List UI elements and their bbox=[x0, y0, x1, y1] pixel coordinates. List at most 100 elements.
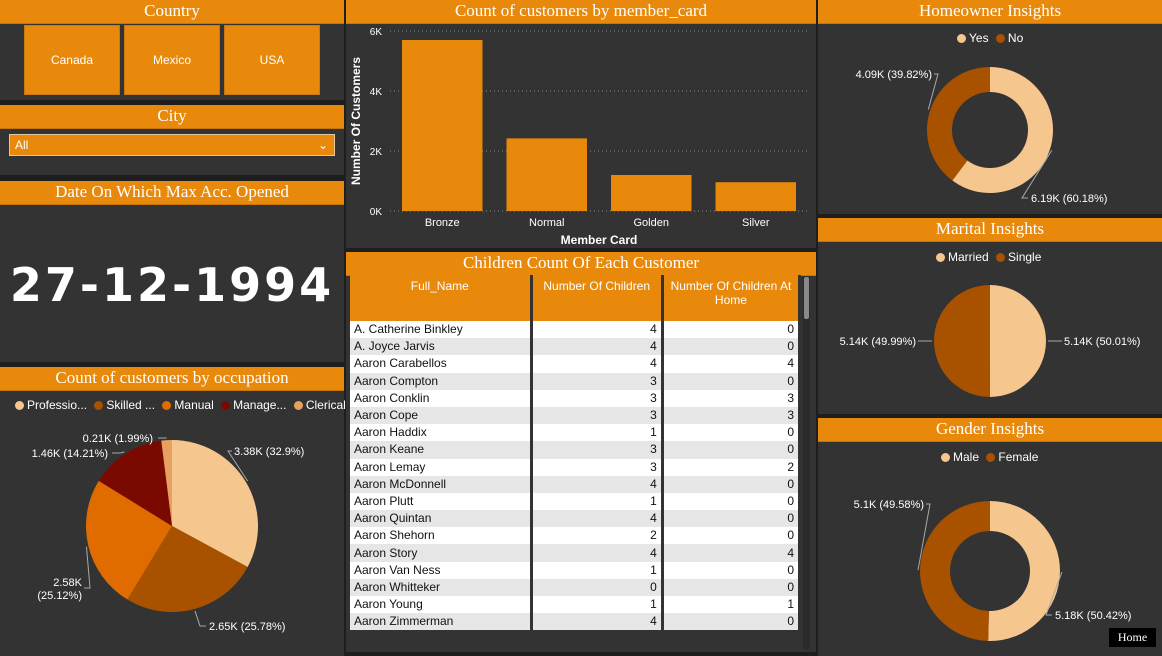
table-row[interactable]: Aaron Keane 3 0 bbox=[350, 441, 801, 459]
legend-dot bbox=[293, 401, 303, 410]
table-row[interactable]: Aaron Compton 3 0 bbox=[350, 372, 801, 390]
max-account-date-value: 27-12-1994 bbox=[9, 258, 335, 312]
legend-dot bbox=[957, 34, 966, 43]
table-scrollbar[interactable] bbox=[803, 277, 810, 649]
table-row[interactable]: Aaron Whitteker 0 0 bbox=[350, 578, 801, 596]
cell-number-of-children: 4 bbox=[531, 338, 664, 356]
cell-number-of-children: 4 bbox=[531, 321, 664, 339]
cell-full-name: Aaron Shehorn bbox=[350, 527, 533, 545]
table-row[interactable]: Aaron Shehorn 2 0 bbox=[350, 527, 801, 545]
legend-item[interactable]: Professio... bbox=[15, 398, 87, 412]
country-button-usa[interactable]: USA bbox=[224, 25, 320, 95]
cell-number-of-children: 4 bbox=[531, 544, 664, 562]
occupation-pie-chart: 3.38K (32.9%) 2.65K (25.78%) 2.58K (25.12%)… bbox=[32, 433, 305, 633]
cell-number-of-children: 0 bbox=[531, 578, 664, 596]
table-row[interactable]: Aaron Plutt 1 0 bbox=[350, 492, 801, 511]
children-table: Full_Name Number Of Children Number Of C… bbox=[350, 275, 801, 649]
table-row[interactable]: A. Catherine Binkley 4 0 bbox=[350, 321, 801, 339]
cell-children-at-home: 0 bbox=[662, 578, 801, 596]
cell-full-name: A. Catherine Binkley bbox=[350, 321, 533, 339]
cell-children-at-home: 0 bbox=[662, 424, 801, 442]
y-tick-label: 2K bbox=[370, 147, 383, 158]
data-label: 0.21K (1.99%) bbox=[83, 433, 153, 445]
cell-full-name: Aaron Haddix bbox=[350, 424, 533, 442]
legend-label: Manage... bbox=[233, 398, 287, 412]
table-row[interactable]: Aaron Conklin 3 3 bbox=[350, 389, 801, 407]
data-label: 5.1K (49.58%) bbox=[854, 499, 924, 511]
column-header-number-of-children[interactable]: Number Of Children bbox=[531, 275, 664, 321]
country-title: Country bbox=[0, 0, 344, 24]
homeowner-legend: Yes No bbox=[957, 31, 1027, 45]
legend-label: Professio... bbox=[27, 398, 88, 412]
y-tick-label: 0K bbox=[370, 207, 383, 218]
data-label-line: (25.12%) bbox=[37, 590, 82, 602]
bar bbox=[715, 182, 796, 211]
table-row[interactable]: Aaron Lemay 3 2 bbox=[350, 458, 801, 476]
table-scrollbar-thumb[interactable] bbox=[804, 277, 809, 319]
data-label-line: 2.58K bbox=[53, 577, 82, 589]
legend-dot bbox=[995, 34, 1005, 43]
table-row[interactable]: Aaron McDonnell 4 0 bbox=[350, 475, 801, 493]
table-row[interactable]: Aaron Young 1 1 bbox=[350, 596, 801, 614]
legend-label: Clerical bbox=[305, 398, 346, 412]
cell-children-at-home: 0 bbox=[662, 527, 801, 545]
legend-label: Manual bbox=[174, 398, 214, 412]
data-label: 4.09K (39.82%) bbox=[856, 69, 932, 81]
home-button[interactable]: Home bbox=[1109, 628, 1156, 647]
pie-slice bbox=[988, 501, 1061, 641]
gender-title: Gender Insights bbox=[818, 418, 1162, 442]
cell-full-name: Aaron McDonnell bbox=[350, 475, 533, 493]
legend-item[interactable]: Yes bbox=[957, 31, 989, 45]
cell-full-name: Aaron Cope bbox=[350, 406, 533, 425]
cell-children-at-home: 0 bbox=[662, 475, 801, 493]
chevron-down-icon: ⌄ bbox=[317, 138, 328, 152]
x-tick-label: Silver bbox=[742, 217, 770, 229]
cell-number-of-children: 3 bbox=[531, 441, 664, 459]
leader-line bbox=[194, 610, 206, 627]
bar bbox=[506, 138, 587, 211]
table-row[interactable]: Aaron Quintan 4 0 bbox=[350, 510, 801, 528]
country-button-mexico[interactable]: Mexico bbox=[124, 25, 220, 95]
legend-item[interactable]: Male bbox=[941, 450, 979, 464]
cell-number-of-children: 3 bbox=[531, 406, 664, 425]
pie-slice bbox=[927, 67, 990, 181]
column-header-children-at-home[interactable]: Number Of Children At Home bbox=[662, 275, 801, 321]
legend-item[interactable]: Manage... bbox=[221, 398, 286, 412]
legend-item[interactable]: Female bbox=[986, 450, 1038, 464]
cell-children-at-home: 0 bbox=[662, 441, 801, 459]
legend-dot bbox=[15, 401, 24, 410]
legend-item[interactable]: No bbox=[995, 31, 1023, 45]
table-row[interactable]: Aaron Zimmerman 4 0 bbox=[350, 613, 801, 631]
column-header-full-name[interactable]: Full_Name bbox=[350, 275, 533, 321]
data-label: 5.18K (50.42%) bbox=[1055, 610, 1131, 622]
legend-item[interactable]: Skilled ... bbox=[94, 398, 155, 412]
homeowner-title: Homeowner Insights bbox=[818, 0, 1162, 24]
cell-full-name: Aaron Carabellos bbox=[350, 355, 533, 373]
gender-legend: Male Female bbox=[941, 450, 1042, 464]
legend-item[interactable]: Manual bbox=[162, 398, 214, 412]
table-row[interactable]: Aaron Van Ness 1 0 bbox=[350, 561, 801, 579]
table-row[interactable]: Aaron Story 4 4 bbox=[350, 544, 801, 562]
cell-full-name: Aaron Quintan bbox=[350, 510, 533, 528]
table-row[interactable]: Aaron Haddix 1 0 bbox=[350, 424, 801, 442]
cell-number-of-children: 1 bbox=[531, 492, 664, 511]
cell-full-name: Aaron Whitteker bbox=[350, 578, 533, 596]
country-slicer: Country Canada Mexico USA bbox=[0, 0, 344, 100]
cell-number-of-children: 2 bbox=[531, 527, 664, 545]
cell-full-name: Aaron Story bbox=[350, 544, 533, 562]
cell-full-name: Aaron Compton bbox=[350, 372, 533, 390]
legend-item[interactable]: Clerical bbox=[293, 398, 346, 412]
cell-children-at-home: 2 bbox=[662, 458, 801, 476]
legend-item[interactable]: Married bbox=[936, 250, 989, 264]
cell-children-at-home: 0 bbox=[662, 492, 801, 511]
country-button-canada[interactable]: Canada bbox=[24, 25, 120, 95]
table-row[interactable]: A. Joyce Jarvis 4 0 bbox=[350, 338, 801, 356]
legend-label: Yes bbox=[969, 31, 989, 45]
legend-item[interactable]: Single bbox=[996, 250, 1041, 264]
data-label: 2.65K (25.78%) bbox=[209, 621, 285, 633]
table-row[interactable]: Aaron Cope 3 3 bbox=[350, 406, 801, 425]
legend-dot bbox=[996, 253, 1006, 262]
city-dropdown[interactable]: All ⌄ bbox=[9, 134, 335, 156]
cell-full-name: A. Joyce Jarvis bbox=[350, 338, 533, 356]
table-row[interactable]: Aaron Carabellos 4 4 bbox=[350, 355, 801, 373]
